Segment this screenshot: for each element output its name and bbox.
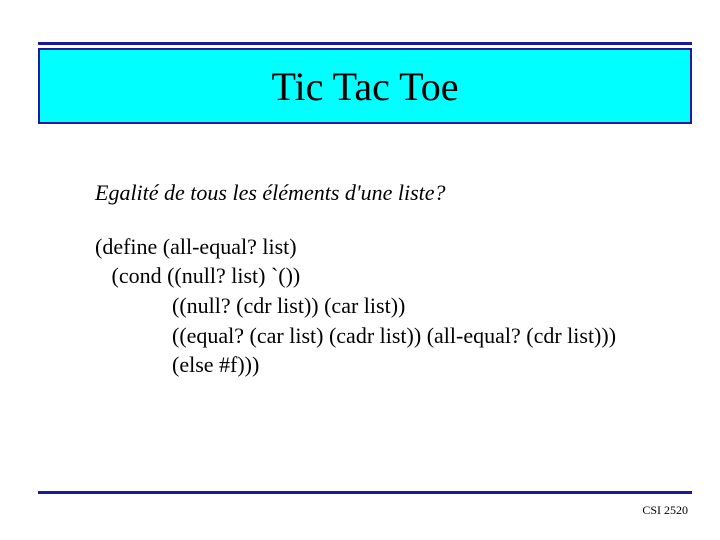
code-line: (define (all-equal? list) [95, 234, 297, 259]
title-box: Tic Tac Toe [38, 48, 692, 124]
subtitle: Egalité de tous les éléments d'une liste… [95, 178, 680, 208]
slide-body: Egalité de tous les éléments d'une liste… [95, 178, 680, 380]
code-line: (cond ((null? list) `()) [95, 263, 300, 288]
bottom-rule [38, 491, 692, 494]
slide-title: Tic Tac Toe [272, 63, 459, 110]
top-rule [38, 42, 692, 45]
code-block: (define (all-equal? list) (cond ((null? … [95, 232, 680, 380]
footer-course-code: CSI 2520 [642, 503, 688, 518]
code-line: ((null? (cdr list)) (car list)) [95, 293, 405, 318]
code-line: ((equal? (car list) (cadr list)) (all-eq… [95, 323, 616, 348]
code-line: (else #f))) [95, 352, 259, 377]
slide: Tic Tac Toe Egalité de tous les éléments… [0, 0, 720, 540]
